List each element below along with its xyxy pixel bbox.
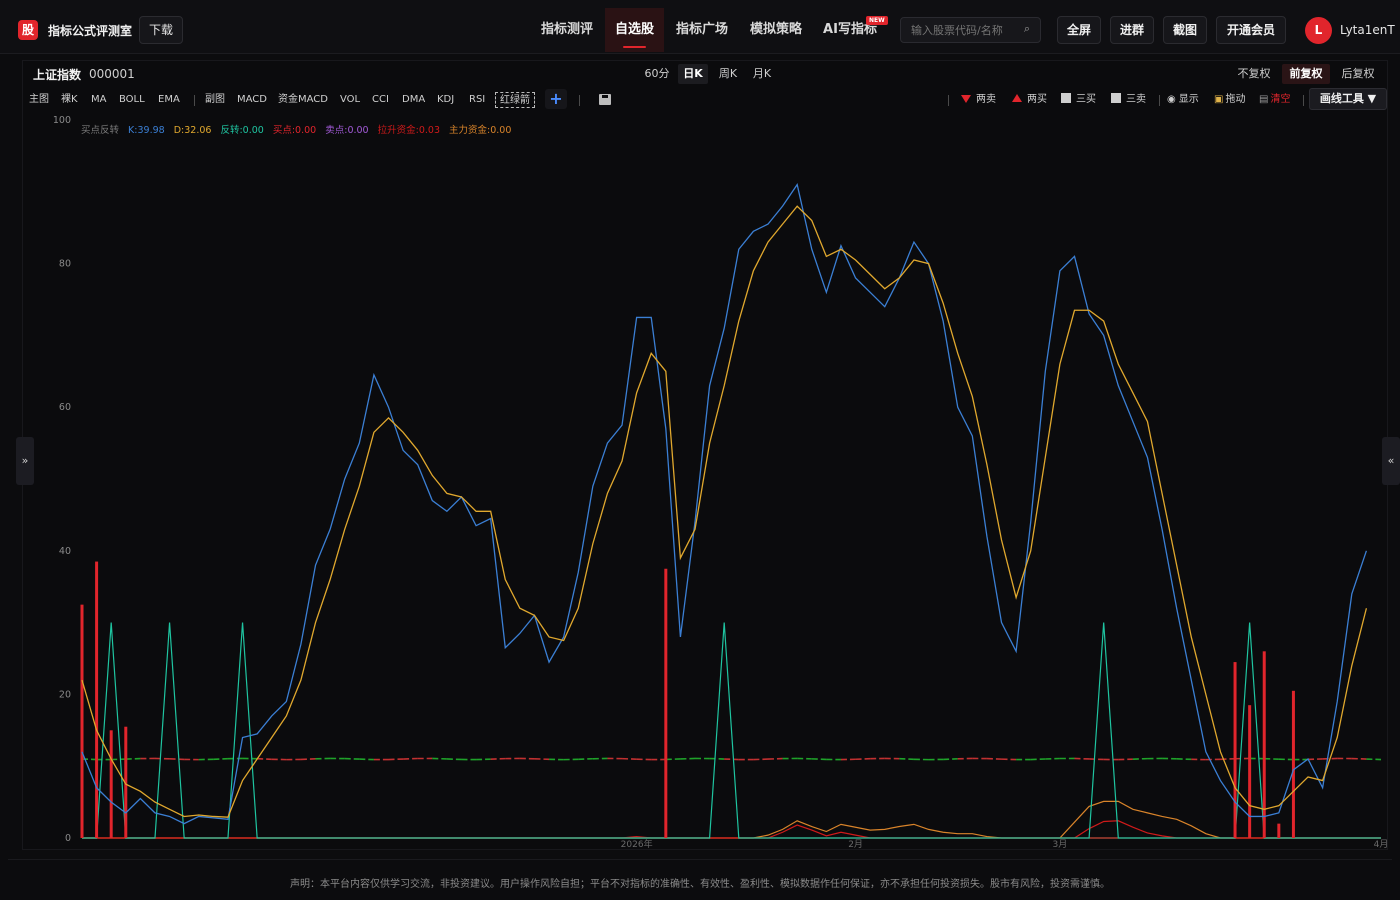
y-tick-label: 100: [53, 115, 71, 126]
level-dash-segment: [855, 757, 871, 761]
legend-d: D:32.06: [173, 125, 212, 136]
x-tick-label: 3月: [1053, 839, 1068, 850]
series-line-k: [81, 183, 1368, 825]
footer-divider: [8, 859, 1392, 860]
y-tick-label: 0: [65, 833, 71, 844]
level-dash-segment: [213, 757, 228, 761]
legend-k: K:39.98: [128, 125, 165, 136]
level-dash-segment: [811, 758, 827, 761]
series-line-主力资金: [82, 800, 1381, 839]
x-tick-label: 2026年: [621, 838, 653, 850]
level-dash-segment: [622, 757, 637, 760]
level-dash-segment: [709, 757, 725, 760]
legend-buy-point: 买点:0.00: [272, 125, 317, 136]
level-dash-segment: [665, 758, 681, 761]
buy-bar: [664, 568, 668, 838]
level-dash-segment: [1351, 757, 1367, 760]
level-dash-segment: [169, 758, 185, 761]
legend-main-fund: 主力资金:0.00: [449, 125, 512, 136]
x-tick-label: 2月: [848, 839, 863, 850]
level-dash-segment: [578, 757, 593, 761]
level-dash-segment: [534, 757, 550, 761]
level-dash-segment: [1264, 757, 1279, 761]
y-tick-label: 60: [59, 402, 71, 413]
level-dash-segment: [986, 757, 1002, 760]
level-dash-segment: [446, 758, 462, 761]
disclaimer-text: 声明：本平台内容仅供学习交流，非投资建议。用户操作风险自担；平台不对指标的准确性…: [290, 879, 1110, 890]
y-tick-label: 20: [59, 689, 71, 700]
level-dash-segment: [767, 757, 783, 760]
level-dash-segment: [490, 757, 506, 760]
level-dash-segment: [1089, 758, 1104, 761]
buy-bar: [95, 561, 99, 838]
legend-indicator-name: 买点反转: [81, 125, 120, 136]
level-dash-segment: [300, 758, 316, 761]
legend-sell-point: 卖点:0.00: [325, 125, 369, 136]
level-dash-segment: [403, 757, 418, 760]
level-dash-segment: [388, 758, 404, 761]
level-dash-segment: [1030, 758, 1046, 761]
buy-bar: [1233, 662, 1237, 838]
level-dash-segment: [344, 757, 360, 760]
level-dash-segment: [1132, 757, 1148, 760]
level-dash-segment: [899, 757, 914, 761]
x-tick-label: 4月: [1374, 839, 1389, 850]
indicator-legend: 买点反转 K:39.98 D:32.06 反转:0.00 买点:0.00 卖点:…: [81, 122, 517, 136]
level-dash-segment: [943, 758, 958, 761]
legend-reversal: 反转:0.00: [220, 125, 264, 136]
level-dash-segment: [125, 757, 141, 760]
level-dash-segment: [257, 757, 272, 761]
y-tick-label: 80: [59, 259, 71, 270]
series-line-d: [81, 205, 1368, 818]
level-dash-segment: [81, 758, 97, 761]
buy-bar: [80, 604, 84, 838]
buy-bar: [1262, 651, 1266, 838]
buy-bar: [1291, 690, 1295, 838]
legend-rally-fund: 拉升资金:0.03: [377, 125, 440, 136]
level-dash-segment: [1176, 757, 1192, 761]
y-tick-label: 40: [59, 546, 71, 557]
level-dash-segment: [1307, 758, 1323, 761]
buy-bar: [1248, 705, 1252, 838]
buy-bar: [109, 730, 113, 838]
buy-bar: [1277, 823, 1281, 838]
